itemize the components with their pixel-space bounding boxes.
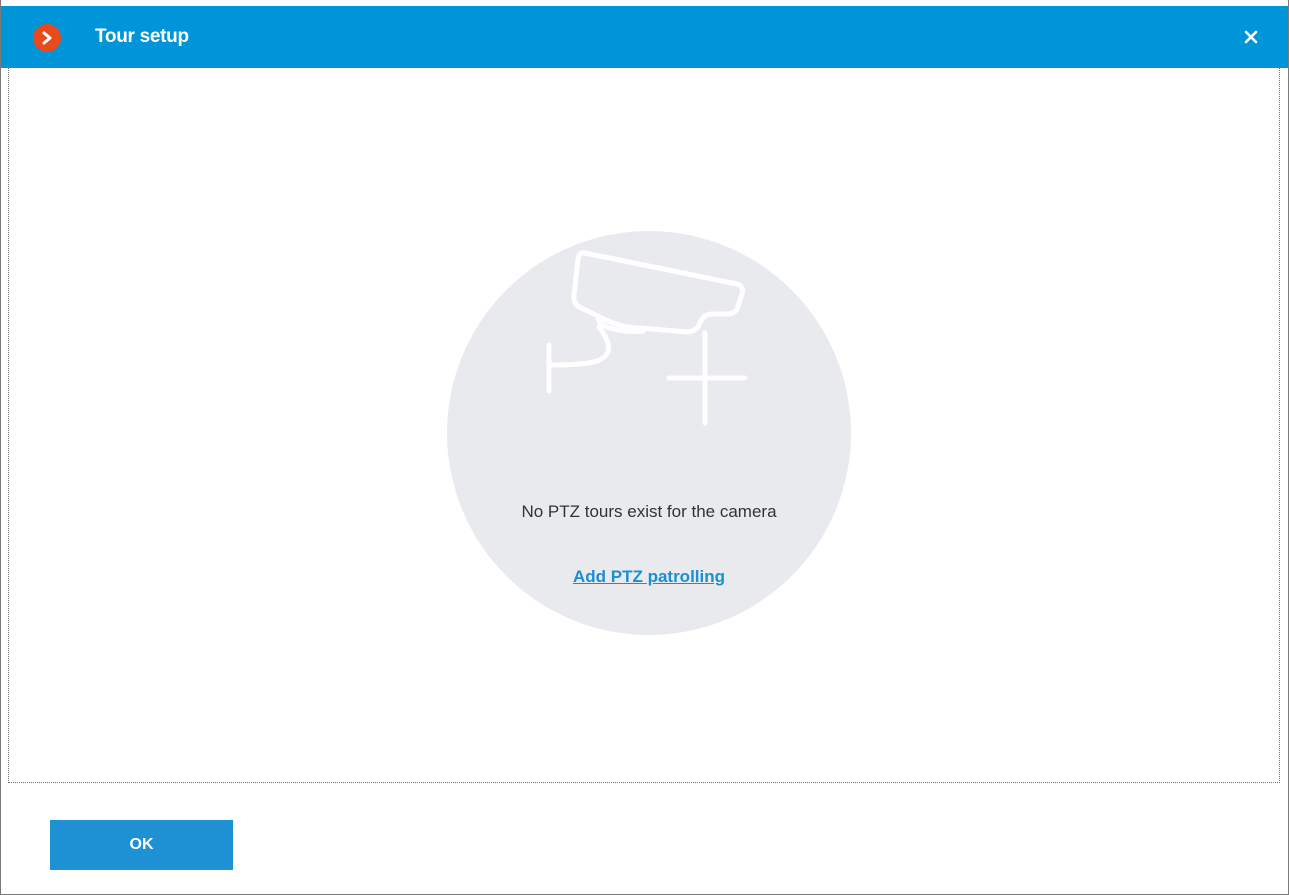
ok-button[interactable]: OK: [50, 820, 233, 870]
title-bar: Tour setup: [1, 6, 1288, 68]
close-icon[interactable]: [1238, 24, 1264, 50]
empty-state-message: No PTZ tours exist for the camera: [521, 502, 777, 521]
add-ptz-patrolling-link[interactable]: Add PTZ patrolling: [499, 567, 799, 587]
dialog-title: Tour setup: [95, 26, 189, 47]
empty-state-placeholder: No PTZ tours exist for the camera Add PT…: [447, 231, 851, 635]
content-area: No PTZ tours exist for the camera Add PT…: [8, 68, 1280, 783]
tour-setup-dialog: Tour setup No PTZ tours exist for the ca…: [0, 0, 1289, 895]
chevron-right-icon: [33, 24, 61, 52]
